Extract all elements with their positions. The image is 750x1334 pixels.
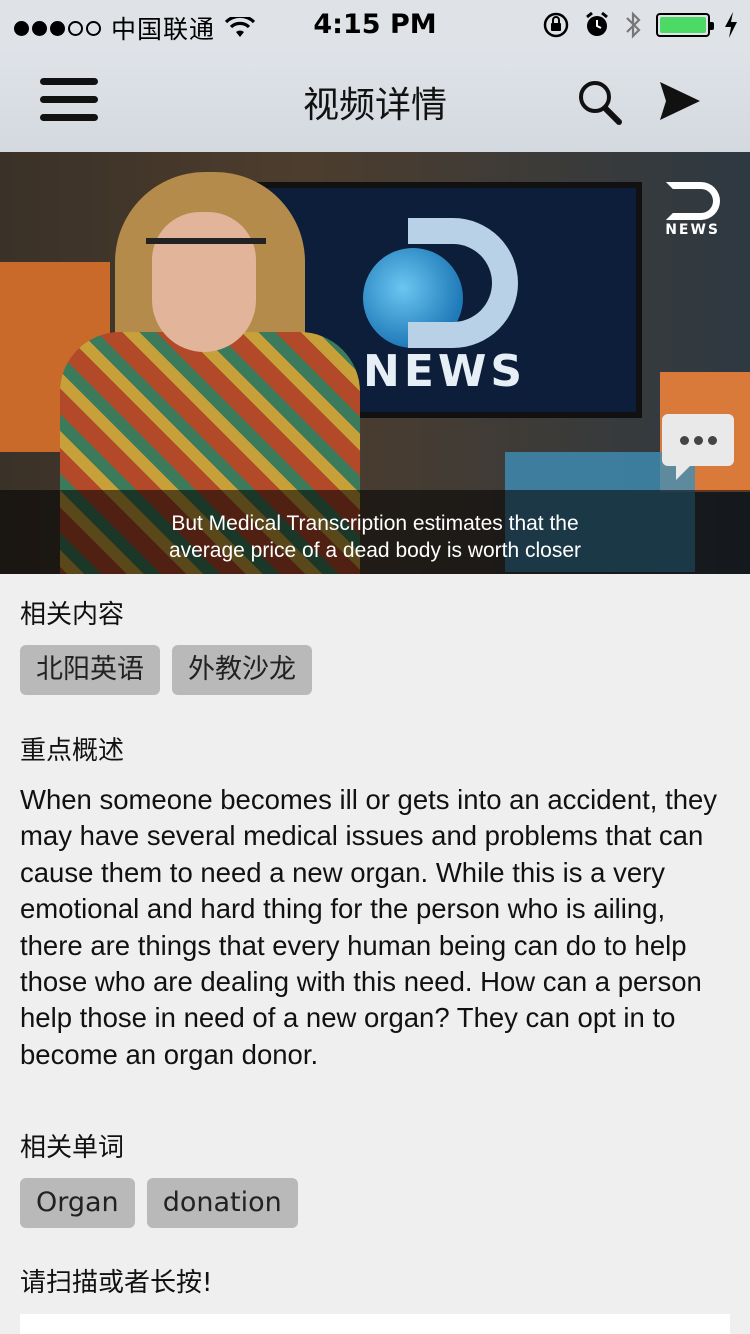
battery-icon	[656, 13, 714, 37]
scan-prompt: 请扫描或者长按!	[20, 1268, 213, 1298]
search-button[interactable]	[576, 78, 624, 126]
channel-logo: NEWS	[665, 182, 720, 238]
status-right	[542, 10, 738, 40]
video-player[interactable]: NEWS NEWS But Medical Transcription esti…	[0, 152, 750, 574]
charging-icon	[725, 12, 737, 38]
navigation-bar: 视频详情	[0, 50, 750, 152]
rotation-lock-icon	[543, 12, 569, 38]
bluetooth-icon	[626, 11, 641, 39]
status-bar: 中国联通 4:15 PM	[0, 0, 750, 50]
qr-code-area[interactable]	[20, 1314, 730, 1334]
send-button[interactable]	[658, 80, 702, 122]
summary-text: When someone becomes ill or gets into an…	[20, 784, 718, 1070]
word-tag-organ[interactable]: Organ	[20, 1178, 135, 1228]
alarm-icon	[586, 11, 608, 36]
tag-foreign-teacher-salon[interactable]: 外教沙龙	[172, 645, 312, 695]
word-tags: Organ donation	[20, 1178, 298, 1228]
related-content-title: 相关内容	[20, 600, 125, 630]
subtitle-line-2: average price of a dead body is worth cl…	[168, 539, 582, 562]
tv-news-text: NEWS	[363, 346, 527, 397]
video-subtitles: But Medical Transcription estimates that…	[0, 490, 750, 574]
comment-bubble-button[interactable]	[662, 414, 734, 480]
related-tags: 北阳英语 外教沙龙	[20, 645, 312, 695]
word-tag-donation[interactable]: donation	[146, 1178, 298, 1228]
page-title: 视频详情	[302, 85, 447, 126]
subtitle-line-1: But Medical Transcription estimates that…	[171, 512, 579, 535]
channel-logo-text: NEWS	[665, 222, 720, 238]
summary-title: 重点概述	[20, 736, 125, 766]
related-words-title: 相关单词	[20, 1133, 125, 1163]
d-logo	[408, 218, 518, 348]
tag-beiyang-english[interactable]: 北阳英语	[20, 645, 160, 695]
